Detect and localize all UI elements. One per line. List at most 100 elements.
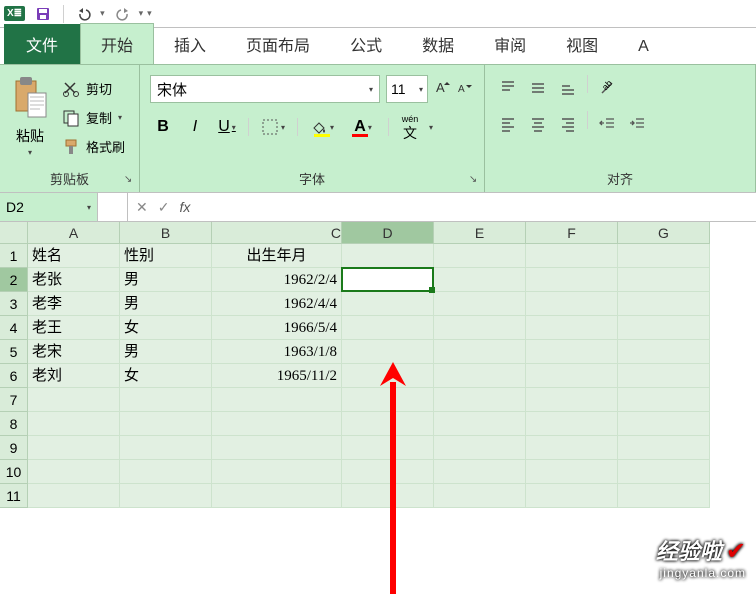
cell-A11[interactable] [28, 484, 120, 508]
row-header[interactable]: 6 [0, 364, 28, 388]
cell-B8[interactable] [120, 412, 212, 436]
spreadsheet-grid[interactable]: A B C D E F G 1姓名性别出生年月2老张男1962/2/43老李男1… [0, 222, 756, 508]
formula-cancel-button[interactable]: ✕ [136, 199, 148, 216]
underline-button[interactable]: U▾ [214, 113, 240, 141]
row-header[interactable]: 7 [0, 388, 28, 412]
cell-F5[interactable] [526, 340, 618, 364]
row-header[interactable]: 10 [0, 460, 28, 484]
border-button[interactable]: ▾ [257, 113, 289, 141]
tab-insert[interactable]: 插入 [154, 24, 226, 64]
undo-button[interactable] [72, 3, 96, 25]
row-header[interactable]: 1 [0, 244, 28, 268]
save-button[interactable] [31, 3, 55, 25]
font-launcher[interactable]: ↘ [466, 174, 480, 188]
paste-dropdown[interactable]: ▾ [28, 148, 32, 157]
col-header-F[interactable]: F [526, 222, 618, 244]
cell-B11[interactable] [120, 484, 212, 508]
tab-review[interactable]: 审阅 [474, 24, 546, 64]
tab-data[interactable]: 数据 [402, 24, 474, 64]
cell-E2[interactable] [434, 268, 526, 292]
cell-D8[interactable] [342, 412, 434, 436]
cell-G1[interactable] [618, 244, 710, 268]
cell-E5[interactable] [434, 340, 526, 364]
format-painter-button[interactable]: 格式刷 [58, 135, 129, 158]
cell-E1[interactable] [434, 244, 526, 268]
formula-input[interactable] [198, 193, 756, 221]
cell-G11[interactable] [618, 484, 710, 508]
increase-indent-button[interactable] [624, 111, 650, 137]
italic-button[interactable]: I [182, 113, 208, 141]
name-box[interactable]: D2 ▾ [0, 193, 98, 221]
row-header[interactable]: 3 [0, 292, 28, 316]
cell-B6[interactable]: 女 [120, 364, 212, 388]
row-header[interactable]: 9 [0, 436, 28, 460]
cell-F2[interactable] [526, 268, 618, 292]
cell-A7[interactable] [28, 388, 120, 412]
cell-G10[interactable] [618, 460, 710, 484]
tab-extra[interactable]: A [618, 30, 669, 64]
cell-A8[interactable] [28, 412, 120, 436]
bold-button[interactable]: B [150, 113, 176, 141]
row-header[interactable]: 4 [0, 316, 28, 340]
cell-G6[interactable] [618, 364, 710, 388]
cell-E4[interactable] [434, 316, 526, 340]
cell-C7[interactable] [212, 388, 342, 412]
align-center-button[interactable] [525, 111, 551, 137]
cell-D4[interactable] [342, 316, 434, 340]
cell-E11[interactable] [434, 484, 526, 508]
cell-C5[interactable]: 1963/1/8 [212, 340, 342, 364]
redo-dropdown[interactable]: ▾ [139, 8, 144, 19]
tab-page-layout[interactable]: 页面布局 [226, 24, 330, 64]
font-size-combo[interactable]: 11 ▾ [386, 75, 428, 103]
cell-D2[interactable] [342, 268, 434, 292]
col-header-G[interactable]: G [618, 222, 710, 244]
cell-D5[interactable] [342, 340, 434, 364]
insert-function-button[interactable]: fx [179, 199, 190, 215]
cell-C1[interactable]: 出生年月 [212, 244, 342, 268]
cell-G5[interactable] [618, 340, 710, 364]
col-header-C[interactable]: C [212, 222, 342, 244]
cell-E3[interactable] [434, 292, 526, 316]
cell-F7[interactable] [526, 388, 618, 412]
cell-G8[interactable] [618, 412, 710, 436]
cell-D1[interactable] [342, 244, 434, 268]
cell-B9[interactable] [120, 436, 212, 460]
cell-C2[interactable]: 1962/2/4 [212, 268, 342, 292]
col-header-B[interactable]: B [120, 222, 212, 244]
row-header[interactable]: 11 [0, 484, 28, 508]
cell-B5[interactable]: 男 [120, 340, 212, 364]
paste-button[interactable] [10, 75, 50, 124]
tab-home[interactable]: 开始 [80, 23, 154, 64]
row-header[interactable]: 2 [0, 268, 28, 292]
cell-B7[interactable] [120, 388, 212, 412]
cell-B10[interactable] [120, 460, 212, 484]
cell-D3[interactable] [342, 292, 434, 316]
cell-B1[interactable]: 性别 [120, 244, 212, 268]
cell-B3[interactable]: 男 [120, 292, 212, 316]
cell-A1[interactable]: 姓名 [28, 244, 120, 268]
formula-enter-button[interactable]: ✓ [158, 199, 170, 216]
cell-D11[interactable] [342, 484, 434, 508]
cell-G7[interactable] [618, 388, 710, 412]
cell-F10[interactable] [526, 460, 618, 484]
cell-A9[interactable] [28, 436, 120, 460]
cell-E6[interactable] [434, 364, 526, 388]
cell-E8[interactable] [434, 412, 526, 436]
qat-customize-dropdown[interactable]: ▾ [147, 8, 152, 19]
cell-C9[interactable] [212, 436, 342, 460]
cell-A5[interactable]: 老宋 [28, 340, 120, 364]
cell-F3[interactable] [526, 292, 618, 316]
row-header[interactable]: 5 [0, 340, 28, 364]
tab-formulas[interactable]: 公式 [330, 24, 402, 64]
clipboard-launcher[interactable]: ↘ [121, 174, 135, 188]
cell-A2[interactable]: 老张 [28, 268, 120, 292]
cell-D7[interactable] [342, 388, 434, 412]
col-header-E[interactable]: E [434, 222, 526, 244]
cell-A10[interactable] [28, 460, 120, 484]
cell-D9[interactable] [342, 436, 434, 460]
align-middle-button[interactable] [525, 75, 551, 101]
cell-C8[interactable] [212, 412, 342, 436]
select-all-corner[interactable] [0, 222, 28, 244]
col-header-D[interactable]: D [342, 222, 434, 244]
undo-dropdown[interactable]: ▾ [100, 8, 105, 19]
